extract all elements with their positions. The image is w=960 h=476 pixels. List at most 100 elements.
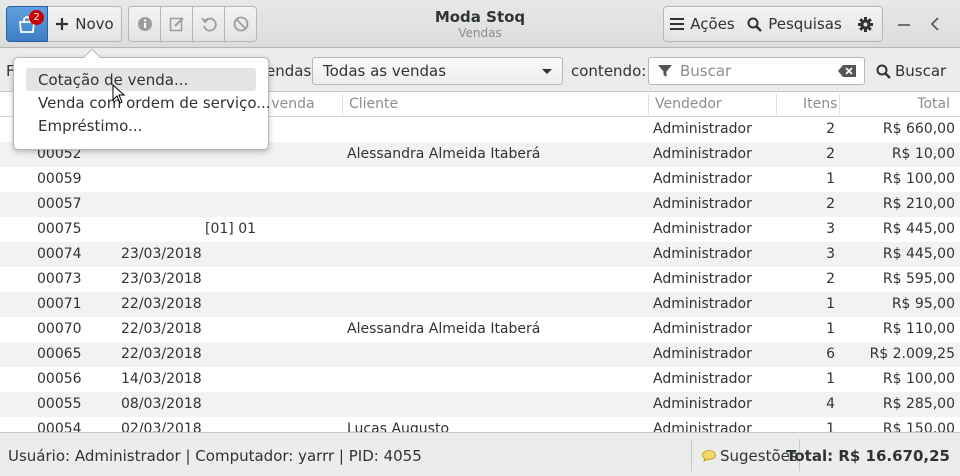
search-icon [747, 17, 763, 32]
edit-icon [169, 17, 184, 32]
cell-date: 22/03/2018 [121, 296, 202, 312]
table-row[interactable]: 00073 23/03/2018 Administrador 2 R$ 595,00 [0, 267, 960, 292]
table-row[interactable]: 00057 Administrador 2 R$ 210,00 [0, 192, 960, 217]
cell-number: 00073 [37, 271, 82, 287]
cell-seller: Administrador [653, 421, 752, 432]
minimize-button[interactable] [892, 12, 916, 36]
buscar-button[interactable]: Buscar [876, 57, 946, 85]
pesquisas-label: Pesquisas [768, 15, 842, 33]
combo-value: Todas as vendas [323, 62, 447, 80]
cell-items: 3 [826, 221, 835, 237]
column-separator [776, 94, 777, 115]
table-row[interactable]: 00075 [01] 01 Administrador 3 R$ 445,00 [0, 217, 960, 242]
filter-icon [658, 65, 672, 77]
table-row[interactable]: 00070 22/03/2018 Alessandra Almeida Itaber… [0, 317, 960, 342]
status-separator [691, 439, 692, 471]
search-input[interactable]: Buscar [648, 57, 865, 85]
column-separator [648, 94, 649, 115]
cell-total: R$ 100,00 [882, 171, 955, 187]
cell-items: 1 [826, 296, 835, 312]
menu-item-venda-ordem-servico[interactable]: Venda com ordem de serviço... [26, 91, 271, 114]
toolbar-actions [128, 6, 257, 42]
column-header-itens[interactable]: Itens [803, 96, 837, 112]
chevron-down-icon [542, 69, 552, 74]
cell-number: 00071 [37, 296, 82, 312]
cell-total: R$ 100,00 [882, 371, 955, 387]
cell-items: 2 [826, 271, 835, 287]
cell-total: R$ 445,00 [882, 246, 955, 262]
cell-number: 00065 [37, 346, 82, 362]
back-button[interactable] [924, 12, 948, 36]
pesquisas-button[interactable]: Pesquisas [741, 6, 849, 42]
undo-button[interactable] [192, 6, 225, 42]
cell-items: 4 [826, 396, 835, 412]
cell-seller: Administrador [653, 196, 752, 212]
cell-date: 02/03/2018 [121, 421, 202, 432]
cell-seller: Administrador [653, 321, 752, 337]
cell-number: 00059 [37, 171, 82, 187]
details-button[interactable] [128, 6, 161, 42]
novo-button[interactable]: Novo [48, 6, 122, 42]
cell-seller: Administrador [653, 271, 752, 287]
acoes-label: Ações [690, 15, 735, 33]
sale-status-combo[interactable]: Todas as vendas [312, 57, 563, 85]
novo-label: Novo [75, 15, 114, 33]
menu-item-emprestimo[interactable]: Empréstimo... [26, 114, 256, 137]
speech-bubble-icon [702, 450, 716, 462]
plus-icon [56, 18, 69, 30]
cell-number: 00070 [37, 321, 82, 337]
cell-total: R$ 2.009,25 [869, 346, 955, 362]
table-row[interactable]: 00059 Administrador 1 R$ 100,00 [0, 167, 960, 192]
sugestoes-button[interactable]: Sugestões [702, 447, 798, 465]
cell-items: 2 [826, 196, 835, 212]
column-header-total[interactable]: Total [917, 96, 950, 112]
cell-items: 1 [826, 321, 835, 337]
window-title: Moda Stoq Vendas [380, 8, 580, 40]
cell-seller: Administrador [653, 296, 752, 312]
hamburger-icon [670, 18, 685, 30]
cell-items: 6 [826, 346, 835, 362]
app-title: Moda Stoq [434, 8, 526, 26]
column-header-cliente[interactable]: Cliente [349, 96, 398, 112]
cell-client: Lucas Augusto [347, 421, 450, 432]
settings-button[interactable] [848, 6, 883, 42]
cell-items: 1 [826, 371, 835, 387]
info-icon [137, 17, 152, 31]
acoes-button[interactable]: Ações [663, 6, 742, 42]
cell-total: R$ 285,00 [882, 396, 955, 412]
cell-seller: Administrador [653, 371, 752, 387]
cancel-icon [233, 16, 248, 32]
table-row[interactable]: 00071 22/03/2018 Administrador 1 R$ 95,00 [0, 292, 960, 317]
cell-total: R$ 660,00 [882, 121, 955, 137]
status-bar: Usuário: Administrador | Computador: yar… [0, 432, 960, 476]
cell-number: 00054 [37, 421, 82, 432]
cell-number: 00057 [37, 196, 82, 212]
app-menu-button[interactable]: 2 [6, 6, 48, 42]
cell-number: 00075 [37, 221, 82, 237]
cell-total: R$ 95,00 [891, 296, 955, 312]
table-row[interactable]: 00056 14/03/2018 Administrador 1 R$ 100,00 [0, 367, 960, 392]
novo-popover-menu: Cotação de venda... Venda com ordem de s… [13, 48, 271, 150]
cell-seller: Administrador [653, 246, 752, 262]
cell-items: 1 [826, 171, 835, 187]
column-header-vendedor[interactable]: Vendedor [655, 96, 722, 112]
cell-total: R$ 595,00 [882, 271, 955, 287]
table-row[interactable]: 00065 22/03/2018 Administrador 6 R$ 2.009,25 [0, 342, 960, 367]
cell-date: 23/03/2018 [121, 271, 202, 287]
table-row[interactable]: 00055 08/03/2018 Administrador 4 R$ 285,00 [0, 392, 960, 417]
filter-tipo-label: endas [266, 62, 312, 80]
cell-seller: Administrador [653, 121, 752, 137]
clear-icon[interactable] [838, 65, 856, 77]
app-subtitle: Vendas [458, 26, 502, 40]
minimize-icon [898, 24, 910, 26]
cell-seller: Administrador [653, 221, 752, 237]
table-row[interactable]: 00054 02/03/2018 Lucas Augusto Administrado… [0, 417, 960, 432]
column-separator [342, 94, 343, 115]
undo-icon [200, 17, 217, 32]
cancel-button[interactable] [224, 6, 257, 42]
cell-total: R$ 150,00 [882, 421, 955, 432]
menu-item-cotacao[interactable]: Cotação de venda... [26, 68, 256, 91]
edit-button[interactable] [160, 6, 193, 42]
table-row[interactable]: 00074 23/03/2018 Administrador 3 R$ 445,00 [0, 242, 960, 267]
search-icon [876, 64, 891, 79]
